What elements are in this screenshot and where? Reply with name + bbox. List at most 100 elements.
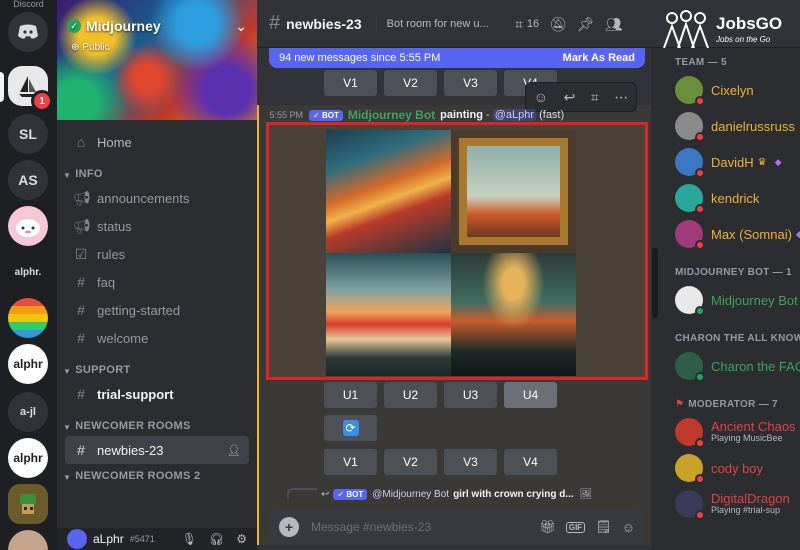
channel-newbies-23[interactable]: # newbies-23 👤︎ — [65, 436, 249, 464]
headphones-icon[interactable]: 🎧︎ — [209, 532, 224, 546]
channel-getting-started[interactable]: # getting-started — [65, 296, 249, 324]
v2-button[interactable]: V2 — [384, 449, 437, 475]
add-member-icon[interactable]: 👤︎ — [227, 444, 241, 457]
channel-announcements[interactable]: 📢︎ announcements — [65, 184, 249, 212]
add-reaction-icon[interactable]: ☺ — [534, 89, 548, 105]
reroll-button[interactable]: ⟳ — [324, 415, 377, 441]
channel-status[interactable]: 📢︎ status — [65, 212, 249, 240]
message-author[interactable]: Midjourney Bot — [348, 108, 435, 122]
user-mention[interactable]: @aLphr — [492, 109, 537, 121]
emoji-icon[interactable]: ☺ — [622, 520, 635, 535]
chevron-down-icon[interactable]: ⌄ — [235, 18, 247, 35]
status-dnd-icon — [695, 438, 705, 448]
server-pink[interactable] — [8, 206, 48, 246]
reply-icon[interactable]: ↩ — [564, 89, 576, 106]
category-newcomer-rooms-2[interactable]: ▼ NEWCOMER ROOMS 2 — [57, 464, 257, 486]
member-item[interactable]: DigitalDragon Playing #trial-sup — [659, 486, 800, 522]
member-item[interactable]: danielrussruss — [659, 108, 800, 144]
channel-topic[interactable]: Bot room for new u... — [375, 17, 489, 30]
server-as[interactable]: AS — [8, 160, 48, 200]
variation-buttons-top: V1 V2 V3 V4 — [324, 70, 557, 96]
v4-button[interactable]: V4 — [504, 449, 557, 475]
attach-plus-icon[interactable]: + — [279, 517, 299, 537]
member-list: TEAM — 5 Cixelyn danielrussruss DavidH ♛ ◆… — [659, 48, 800, 550]
u3-button[interactable]: U3 — [444, 382, 497, 408]
status-dnd-icon — [695, 474, 705, 484]
chat-area: V1 V2 V3 V4 94 new messages since 5:55 P… — [257, 48, 657, 550]
pin-icon[interactable]: 📌︎ — [577, 16, 595, 33]
channel-faq[interactable]: # faq — [65, 268, 249, 296]
gif-icon[interactable]: GIF — [565, 521, 586, 533]
user-tools: 🎙︎ 🎧︎ ⚙ — [182, 532, 257, 546]
member-item[interactable]: Max (Somnai) ◆ — [659, 216, 800, 252]
mark-as-read-button[interactable]: Mark As Read — [563, 52, 635, 64]
reply-mention[interactable]: @Midjourney Bot — [372, 489, 449, 500]
more-icon[interactable]: ⋯ — [614, 89, 628, 106]
user-avatar[interactable] — [67, 529, 87, 549]
thread-icon[interactable]: ⌗ — [591, 89, 599, 106]
category-newcomer-rooms[interactable]: ▼ NEWCOMER ROOMS — [57, 408, 257, 436]
generated-image-1[interactable] — [326, 130, 451, 253]
chevron-down-icon: ▼ — [63, 423, 72, 432]
category-support[interactable]: ▼ SUPPORT — [57, 352, 257, 380]
generated-image-2[interactable] — [451, 130, 576, 253]
member-item[interactable]: Charon the FAQ — [659, 348, 800, 384]
v1-button[interactable]: V1 — [324, 449, 377, 475]
server-banner[interactable]: ✓ Midjourney ⌄ ⊕ Public — [57, 0, 257, 120]
chat-scrollbar[interactable] — [651, 48, 659, 550]
v3-button[interactable]: V3 — [444, 449, 497, 475]
status-online-icon — [695, 306, 705, 316]
channel-welcome[interactable]: # welcome — [65, 324, 249, 352]
server-rainbow[interactable] — [8, 298, 48, 338]
channel-label: faq — [97, 274, 116, 290]
member-item[interactable]: Cixelyn — [659, 72, 800, 108]
member-item[interactable]: DavidH ♛ ◆ — [659, 144, 800, 180]
server-a-jl[interactable]: a-jl — [8, 392, 48, 432]
server-alphr-wordmark[interactable]: alphr. — [8, 252, 48, 292]
generated-image-4[interactable] — [451, 253, 576, 376]
v1-button[interactable]: V1 — [324, 70, 377, 96]
member-list-icon[interactable]: 👥︎ — [605, 16, 623, 33]
jobsgo-tagline: Jobs on the Go — [716, 35, 771, 44]
member-item[interactable]: kendrick — [659, 180, 800, 216]
member-item[interactable]: Midjourney Bot — [659, 282, 800, 318]
category-info[interactable]: ▼ INFO — [57, 156, 257, 184]
new-messages-bar[interactable]: 94 new messages since 5:55 PM Mark As Re… — [269, 48, 645, 68]
category-label: NEWCOMER ROOMS — [75, 420, 191, 432]
u1-button[interactable]: U1 — [324, 382, 377, 408]
mention-badge: 1 — [31, 90, 53, 112]
message-composer[interactable]: + Message #newbies-23 🎁︎ GIF 🗒︎ ☺ — [269, 510, 645, 544]
server-pixel[interactable] — [8, 484, 48, 524]
reply-preview[interactable]: ↩ ✓ BOT @Midjourney Bot girl with crown … — [321, 486, 657, 502]
member-item[interactable]: cody boy — [659, 450, 800, 486]
gift-icon[interactable]: 🎁︎ — [539, 519, 556, 535]
v3-button[interactable]: V3 — [444, 70, 497, 96]
generated-image-3[interactable] — [326, 253, 451, 376]
image-grid[interactable] — [326, 130, 576, 376]
channel-rules[interactable]: ☑ rules — [65, 240, 249, 268]
gear-icon[interactable]: ⚙ — [236, 532, 247, 546]
member-name: cody boy — [711, 460, 764, 476]
discord-home-button[interactable] — [8, 12, 48, 52]
server-face[interactable] — [8, 530, 48, 550]
sticker-icon[interactable]: 🗒︎ — [595, 519, 612, 535]
category-label: INFO — [75, 168, 103, 180]
channel-list: ⌂ Home ▼ INFO 📢︎ announcements 📢︎ status ☑ r… — [57, 128, 257, 486]
status-dnd-icon — [695, 204, 705, 214]
server-alphr-2[interactable]: alphr — [8, 438, 48, 478]
u2-button[interactable]: U2 — [384, 382, 437, 408]
threads-icon[interactable]: ⌗ — [515, 16, 523, 33]
notification-muted-icon[interactable]: 🔕︎ — [549, 16, 567, 33]
scrollbar-thumb[interactable] — [652, 248, 658, 318]
channel-trial-support[interactable]: # trial-support — [65, 380, 249, 408]
home-link[interactable]: ⌂ Home — [65, 128, 249, 156]
channel-title: newbies-23 — [286, 15, 362, 32]
server-sl[interactable]: SL — [8, 114, 48, 154]
member-group-title: CHARON THE ALL KNOWING — [675, 333, 800, 344]
member-item[interactable]: Ancient Chaos Playing MusicBee — [659, 414, 800, 450]
v2-button[interactable]: V2 — [384, 70, 437, 96]
server-alphr[interactable]: alphr — [8, 344, 48, 384]
microphone-icon[interactable]: 🎙︎ — [182, 532, 197, 546]
u4-button[interactable]: U4 — [504, 382, 557, 408]
avatar — [675, 76, 705, 106]
